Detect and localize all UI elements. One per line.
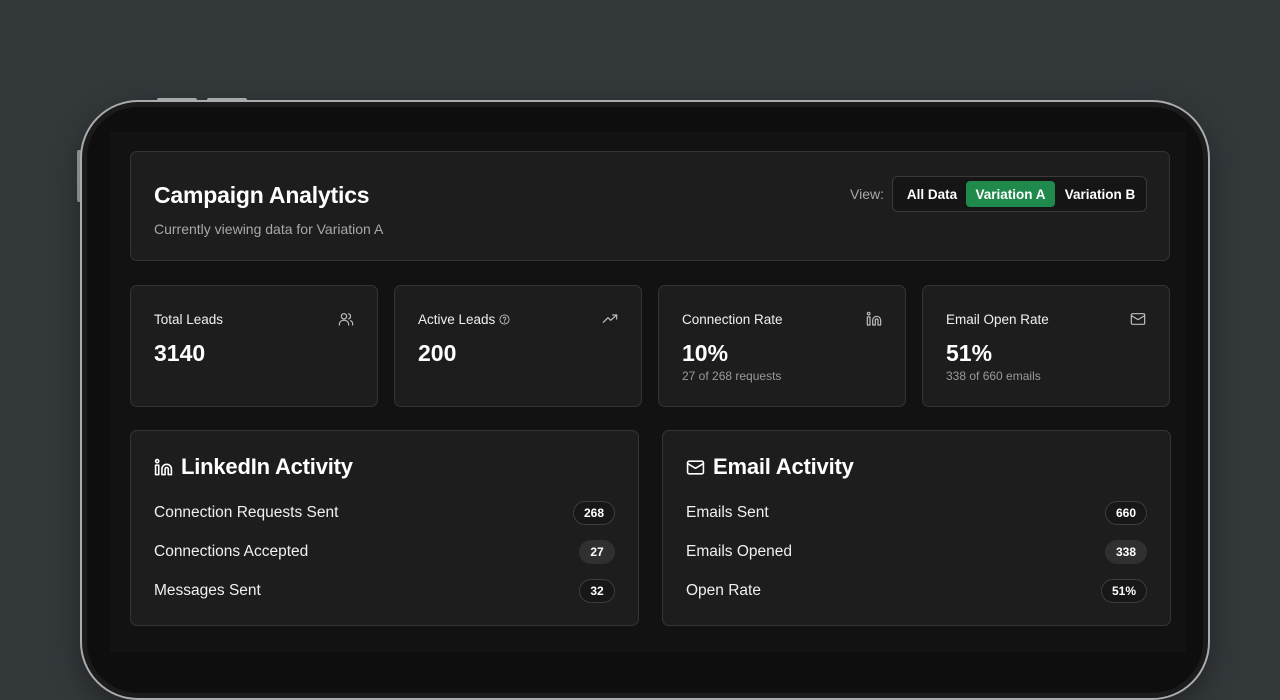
list-item: Messages Sent 32	[154, 579, 615, 603]
count-badge: 51%	[1100, 579, 1147, 603]
count-badge: 660	[1104, 501, 1147, 525]
row-label: Open Rate	[686, 582, 761, 599]
view-variation-a-button[interactable]: Variation A	[966, 181, 1055, 207]
users-icon	[338, 313, 354, 326]
view-label: View:	[850, 186, 884, 202]
list-item: Open Rate 51%	[686, 579, 1147, 603]
row-label: Connections Accepted	[154, 543, 309, 560]
linkedin-activity-card: LinkedIn Activity Connection Requests Se…	[130, 430, 639, 626]
stat-value: 51%	[946, 340, 993, 366]
trending-up-icon	[602, 314, 618, 323]
stat-value: 3140	[154, 340, 206, 366]
count-badge: 338	[1104, 540, 1147, 564]
section-title: LinkedIn Activity	[181, 454, 353, 479]
count-badge: 32	[579, 579, 615, 603]
stat-subtext: 338 of 660 emails	[946, 369, 1041, 383]
header-card: Campaign Analytics Currently viewing dat…	[130, 151, 1170, 261]
email-activity-card: Email Activity Emails Sent 660 Emails Op…	[662, 430, 1171, 626]
count-badge: 268	[572, 501, 615, 525]
list-item: Connections Accepted 27	[154, 540, 615, 564]
row-label: Connection Requests Sent	[154, 504, 339, 521]
linkedin-icon	[154, 458, 173, 475]
view-all-data-button[interactable]: All Data	[901, 181, 963, 207]
help-icon[interactable]	[499, 314, 510, 325]
mail-icon	[1130, 313, 1146, 325]
stat-card-email-open-rate: Email Open Rate 51% 338 of 660 emails	[922, 285, 1170, 407]
page-subtitle: Currently viewing data for Variation A	[154, 221, 384, 237]
stat-value: 10%	[682, 340, 729, 366]
stat-value: 200	[418, 340, 457, 366]
stat-card-connection-rate: Connection Rate 10% 27 of 268 requests	[658, 285, 906, 407]
section-title: Email Activity	[713, 454, 854, 479]
mail-icon	[686, 459, 705, 475]
stat-label: Active Leads	[418, 312, 496, 327]
stat-label: Email Open Rate	[946, 312, 1049, 327]
view-variation-b-button[interactable]: Variation B	[1059, 181, 1141, 207]
list-item: Emails Sent 660	[686, 501, 1147, 525]
row-label: Emails Opened	[686, 543, 792, 560]
stat-label: Total Leads	[154, 312, 224, 327]
stat-card-total-leads: Total Leads 3140	[130, 285, 378, 407]
stat-subtext: 27 of 268 requests	[682, 369, 782, 383]
linkedin-icon	[866, 311, 882, 326]
stat-label: Connection Rate	[682, 312, 783, 327]
list-item: Connection Requests Sent 268	[154, 501, 615, 525]
row-label: Messages Sent	[154, 582, 261, 599]
view-toggle-group: All Data Variation A Variation B	[892, 176, 1147, 212]
page-title: Campaign Analytics	[154, 182, 370, 208]
count-badge: 27	[579, 540, 615, 564]
row-label: Emails Sent	[686, 504, 769, 521]
stat-card-active-leads: Active Leads 200	[394, 285, 642, 407]
list-item: Emails Opened 338	[686, 540, 1147, 564]
